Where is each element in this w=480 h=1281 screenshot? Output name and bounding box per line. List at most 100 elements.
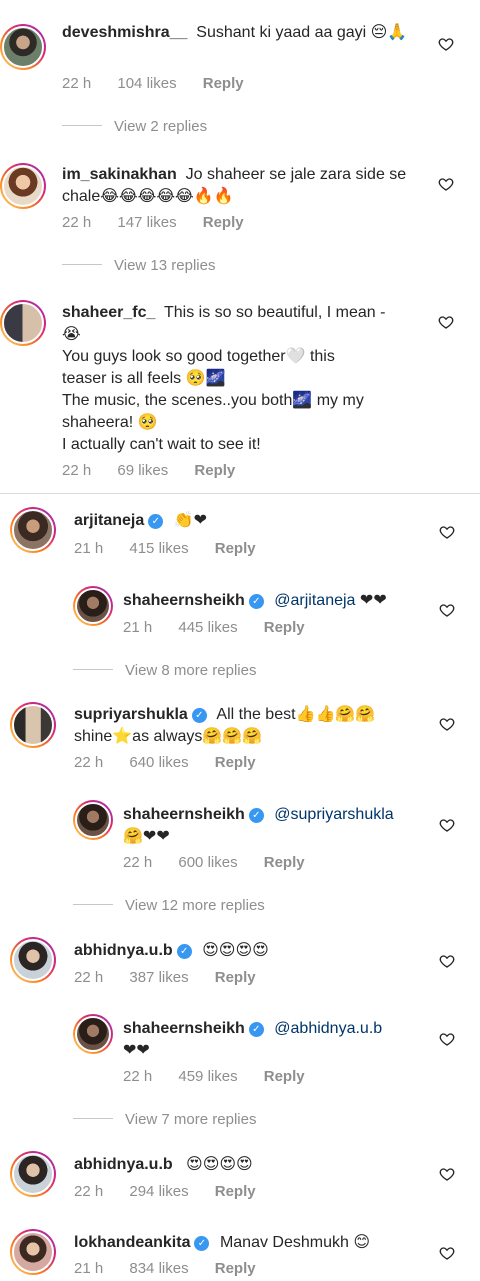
avatar[interactable] bbox=[10, 1151, 56, 1197]
comment-time: 21 h bbox=[74, 540, 104, 557]
reply-avatar[interactable] bbox=[73, 800, 113, 840]
comment-text-line: shine⭐as always🤗🤗🤗 bbox=[74, 728, 263, 745]
comment-text: Sushant ki yaad aa gayi 😔🙏 bbox=[196, 24, 408, 41]
comment-username[interactable]: arjitaneja bbox=[74, 512, 144, 529]
reply-avatar[interactable] bbox=[73, 586, 113, 626]
comment-meta: 22 h 104 likes Reply bbox=[62, 75, 266, 92]
avatar[interactable] bbox=[0, 300, 46, 346]
comment-username[interactable]: lokhandeankita bbox=[74, 1234, 190, 1251]
heart-outline-icon[interactable] bbox=[439, 602, 455, 618]
heart-outline-icon[interactable] bbox=[439, 1031, 455, 1047]
comment-text-line: This is so so beautiful, I mean - bbox=[164, 304, 386, 321]
divider-line bbox=[73, 1118, 113, 1119]
verified-badge-icon: ✓ bbox=[248, 808, 264, 823]
reply-mention[interactable]: @abhidnya.u.b bbox=[274, 1020, 382, 1037]
reply-button[interactable]: Reply bbox=[215, 969, 256, 986]
reply-time: 21 h bbox=[123, 619, 153, 636]
avatar[interactable] bbox=[10, 507, 56, 553]
comment-text-line: 😭 bbox=[62, 326, 81, 343]
view-replies-button[interactable]: View 13 replies bbox=[62, 257, 215, 274]
comment-text-line: I actually can't wait to see it! bbox=[62, 436, 261, 453]
reply-avatar[interactable] bbox=[73, 1014, 113, 1054]
comments-section-bottom: arjitaneja ✓ 👏❤ 21 h 415 likes Reply shah… bbox=[0, 493, 480, 1281]
comment-meta: 21 h 415 likes Reply bbox=[74, 540, 278, 557]
reply-button[interactable]: Reply bbox=[264, 1068, 305, 1085]
reply-button[interactable]: Reply bbox=[215, 754, 256, 771]
reply-username[interactable]: shaheernsheikh bbox=[123, 592, 245, 609]
verified-badge-icon: ✓ bbox=[248, 594, 264, 609]
heart-outline-icon[interactable] bbox=[438, 36, 454, 52]
comment-likes[interactable]: 834 likes bbox=[129, 1260, 188, 1277]
comment-likes[interactable]: 104 likes bbox=[117, 75, 176, 92]
comment-text-line: shaheera! 🥺 bbox=[62, 414, 158, 431]
verified-badge-icon: ✓ bbox=[194, 1236, 210, 1251]
comment-likes[interactable]: 640 likes bbox=[129, 754, 188, 771]
reply-time: 22 h bbox=[123, 854, 153, 871]
reply-button[interactable]: Reply bbox=[194, 462, 235, 479]
comment-likes[interactable]: 69 likes bbox=[117, 462, 168, 479]
divider-line bbox=[62, 125, 102, 126]
comment-likes[interactable]: 294 likes bbox=[129, 1183, 188, 1200]
reply-button[interactable]: Reply bbox=[215, 1183, 256, 1200]
heart-outline-icon[interactable] bbox=[439, 1166, 455, 1182]
reply-button[interactable]: Reply bbox=[264, 619, 305, 636]
reply-mention[interactable]: @supriyarshukla bbox=[274, 806, 393, 823]
comment-text: 😍😍😍😍 bbox=[202, 942, 269, 959]
comment-meta: 22 h 147 likes Reply bbox=[62, 214, 266, 231]
reply-time: 22 h bbox=[123, 1068, 153, 1085]
comment-text-line: You guys look so good together🤍 this bbox=[62, 348, 335, 365]
reply-button[interactable]: Reply bbox=[264, 854, 305, 871]
divider-line bbox=[73, 904, 113, 905]
comment-username[interactable]: abhidnya.u.b bbox=[74, 1156, 173, 1173]
reply-text: ❤❤ bbox=[123, 1042, 150, 1059]
reply-button[interactable]: Reply bbox=[203, 214, 244, 231]
divider-line bbox=[62, 264, 102, 265]
heart-outline-icon[interactable] bbox=[439, 524, 455, 540]
reply-likes[interactable]: 459 likes bbox=[178, 1068, 237, 1085]
comment-username[interactable]: deveshmishra__ bbox=[62, 24, 187, 41]
comment-text-line: The music, the scenes..you both🌌 my my bbox=[62, 392, 364, 409]
heart-outline-icon[interactable] bbox=[438, 314, 454, 330]
avatar[interactable] bbox=[10, 702, 56, 748]
comment-text: 👏❤ bbox=[173, 512, 208, 529]
view-replies-button[interactable]: View 2 replies bbox=[62, 118, 207, 135]
heart-outline-icon[interactable] bbox=[439, 716, 455, 732]
comment-username[interactable]: abhidnya.u.b bbox=[74, 942, 173, 959]
reply-button[interactable]: Reply bbox=[215, 540, 256, 557]
comment-time: 22 h bbox=[74, 754, 104, 771]
comment-likes[interactable]: 147 likes bbox=[117, 214, 176, 231]
view-replies-button[interactable]: View 12 more replies bbox=[73, 897, 265, 914]
avatar[interactable] bbox=[10, 937, 56, 983]
comment-meta: 21 h 834 likes Reply bbox=[74, 1260, 278, 1277]
avatar[interactable] bbox=[0, 163, 46, 209]
comment-username[interactable]: supriyarshukla bbox=[74, 706, 188, 723]
avatar[interactable] bbox=[10, 1229, 56, 1275]
comment-likes[interactable]: 415 likes bbox=[129, 540, 188, 557]
reply-meta: 21 h 445 likes Reply bbox=[123, 619, 327, 636]
reply-username[interactable]: shaheernsheikh bbox=[123, 1020, 245, 1037]
reply-likes[interactable]: 445 likes bbox=[178, 619, 237, 636]
comment-time: 22 h bbox=[62, 214, 92, 231]
heart-outline-icon[interactable] bbox=[439, 817, 455, 833]
comment-meta: 22 h 294 likes Reply bbox=[74, 1183, 278, 1200]
reply-mention[interactable]: @arjitaneja bbox=[274, 592, 355, 609]
comment-text: Manav Deshmukh 😊 bbox=[219, 1234, 371, 1251]
heart-outline-icon[interactable] bbox=[439, 1245, 455, 1261]
comment-time: 21 h bbox=[74, 1260, 104, 1277]
comment-meta: 22 h 69 likes Reply bbox=[62, 462, 257, 479]
reply-likes[interactable]: 600 likes bbox=[178, 854, 237, 871]
comment-username[interactable]: im_sakinakhan bbox=[62, 166, 177, 183]
view-replies-button[interactable]: View 7 more replies bbox=[73, 1111, 256, 1128]
avatar[interactable] bbox=[0, 24, 46, 70]
heart-outline-icon[interactable] bbox=[439, 953, 455, 969]
reply-username[interactable]: shaheernsheikh bbox=[123, 806, 245, 823]
reply-meta: 22 h 459 likes Reply bbox=[123, 1068, 327, 1085]
view-replies-button[interactable]: View 8 more replies bbox=[73, 662, 256, 679]
comment-username[interactable]: shaheer_fc_ bbox=[62, 304, 155, 321]
verified-badge-icon: ✓ bbox=[248, 1022, 264, 1037]
reply-button[interactable]: Reply bbox=[215, 1260, 256, 1277]
comment-likes[interactable]: 387 likes bbox=[129, 969, 188, 986]
heart-outline-icon[interactable] bbox=[438, 176, 454, 192]
reply-button[interactable]: Reply bbox=[203, 75, 244, 92]
comment-time: 22 h bbox=[74, 1183, 104, 1200]
